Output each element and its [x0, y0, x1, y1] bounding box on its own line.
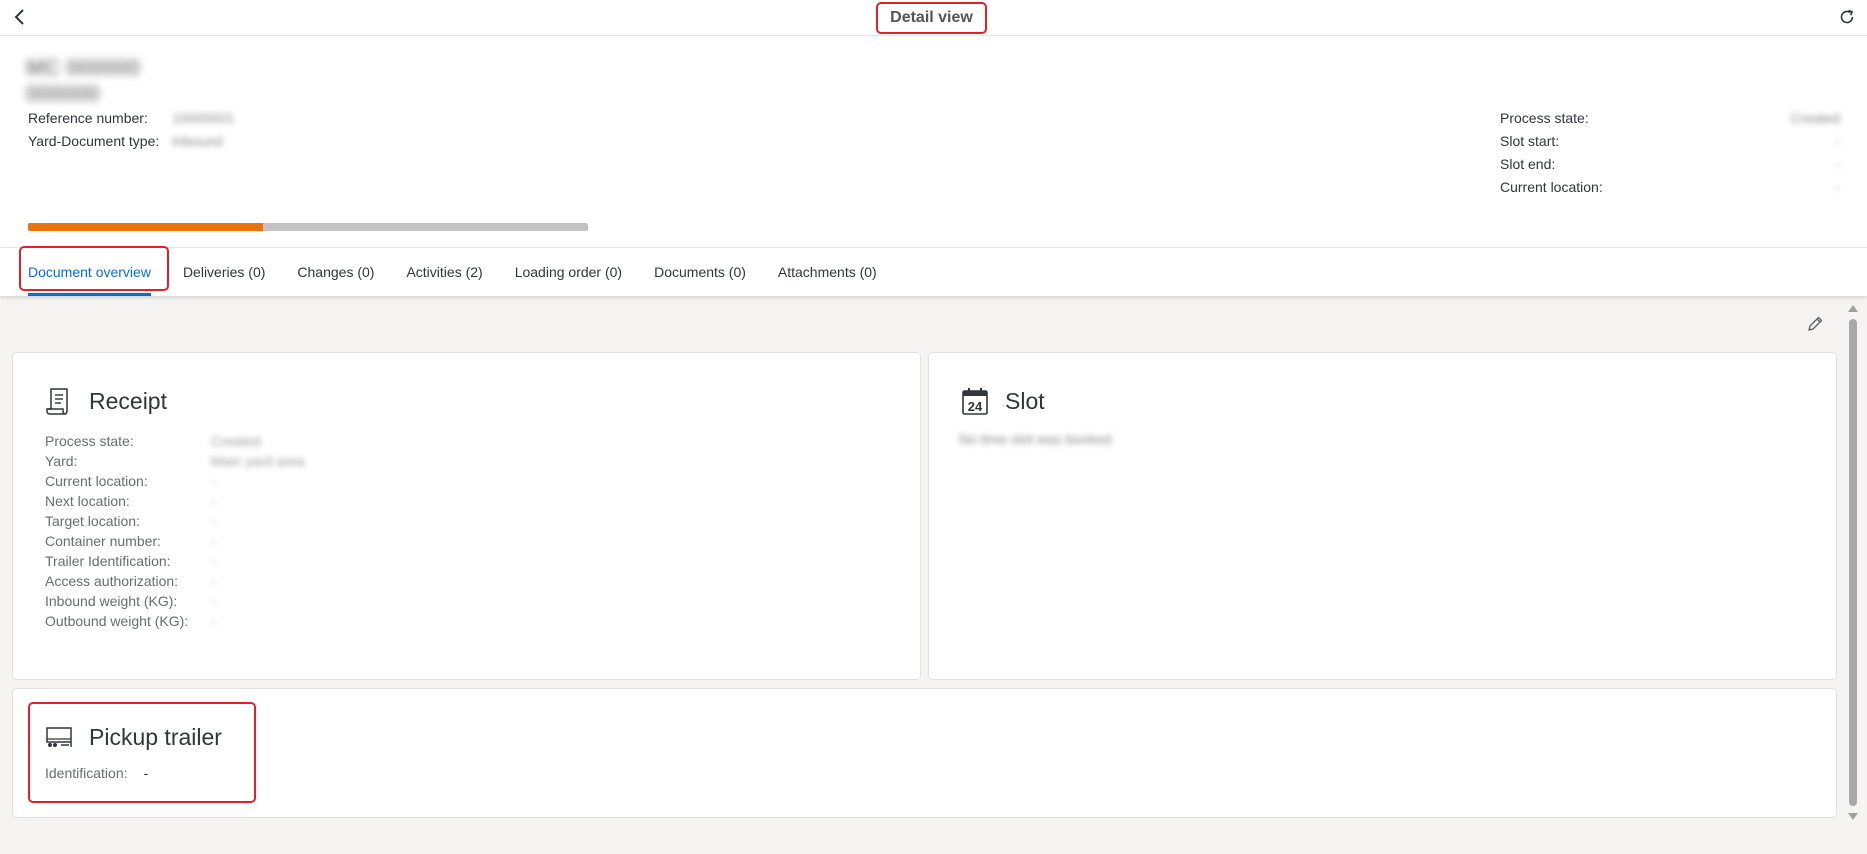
receipt-card-header: Receipt: [43, 385, 167, 417]
slot-end-row: Slot end: -: [1500, 152, 1840, 175]
scroll-down-arrow[interactable]: [1848, 813, 1858, 820]
receipt-field-label: Next location:: [45, 493, 130, 509]
slot-start-value: -: [1835, 132, 1840, 149]
slot-card: 24 Slot No time slot was booked: [928, 352, 1837, 680]
object-header: MC 000000 000000 Reference number: 10000…: [0, 36, 1867, 247]
back-button[interactable]: [6, 3, 34, 31]
receipt-field-row: Current location: -: [45, 471, 304, 491]
receipt-field-value: -: [211, 573, 216, 589]
slot-empty-message: No time slot was booked: [959, 431, 1112, 447]
trailer-icon: [43, 721, 75, 753]
process-state-value: Created: [1790, 109, 1840, 126]
tab-loading-order[interactable]: Loading order (0): [515, 248, 622, 297]
pickup-trailer-card-header: Pickup trailer: [43, 721, 222, 753]
receipt-field-label: Target location:: [45, 513, 140, 529]
receipt-field-label: Outbound weight (KG):: [45, 613, 189, 629]
slot-start-row: Slot start: -: [1500, 129, 1840, 152]
receipt-field-label: Current location:: [45, 473, 148, 489]
receipt-field-value: Main yard area: [211, 453, 305, 469]
receipt-field-value: -: [211, 613, 216, 629]
document-type-label: Yard-Document type:: [28, 132, 160, 149]
receipt-icon: [43, 385, 75, 417]
pickup-trailer-card-title: Pickup trailer: [89, 723, 222, 750]
receipt-field-value: -: [211, 493, 216, 509]
identification-label: Identification:: [45, 765, 128, 781]
receipt-field-row: Outbound weight (KG): -: [45, 611, 304, 631]
process-progress-bar: [28, 223, 588, 231]
scroll-up-arrow[interactable]: [1848, 305, 1858, 312]
receipt-field-row: Process state: Created: [45, 431, 304, 451]
pickup-trailer-fields: Identification: -: [45, 765, 148, 781]
receipt-field-row: Next location: -: [45, 491, 304, 511]
tab-deliveries[interactable]: Deliveries (0): [183, 248, 265, 297]
receipt-card-title: Receipt: [89, 387, 167, 414]
identification-value: -: [143, 765, 149, 781]
receipt-field-value: -: [211, 593, 216, 609]
tab-documents[interactable]: Documents (0): [654, 248, 746, 297]
tab-activities[interactable]: Activities (2): [406, 248, 482, 297]
receipt-field-value: -: [211, 533, 216, 549]
shell-bar: Detail view: [0, 0, 1867, 36]
current-location-value: -: [1835, 178, 1840, 195]
tab-document-overview[interactable]: Document overview: [28, 248, 151, 297]
process-progress-fill: [28, 223, 264, 231]
document-type-row: Yard-Document type: Inbound: [28, 129, 234, 152]
receipt-field-row: Target location: -: [45, 511, 304, 531]
tab-bar: Document overview Deliveries (0) Changes…: [0, 247, 1867, 296]
reference-number-label: Reference number:: [28, 109, 148, 126]
process-state-row: Process state: Created: [1500, 106, 1840, 129]
current-location-label: Current location:: [1500, 178, 1603, 195]
receipt-field-row: Container number: -: [45, 531, 304, 551]
header-attributes-right: Process state: Created Slot start: - Slo…: [1500, 106, 1840, 198]
slot-card-title: Slot: [1005, 387, 1045, 414]
pencil-icon: [1808, 316, 1823, 331]
page-title: Detail view: [876, 2, 987, 34]
slot-end-value: -: [1835, 155, 1840, 172]
receipt-field-label: Inbound weight (KG):: [45, 593, 178, 609]
calendar-day-number: 24: [968, 399, 983, 414]
tab-attachments[interactable]: Attachments (0): [778, 248, 877, 297]
scroll-thumb[interactable]: [1849, 319, 1857, 806]
reference-number-value: 10000001: [172, 109, 235, 126]
receipt-field-value: -: [211, 553, 216, 569]
header-attributes-left: Reference number: 10000001 Yard-Document…: [28, 106, 234, 152]
receipt-field-label: Process state:: [45, 433, 134, 449]
slot-end-label: Slot end:: [1500, 155, 1556, 172]
receipt-field-value: -: [211, 513, 216, 529]
receipt-fields: Process state: Created Yard: Main yard are…: [45, 431, 304, 631]
process-state-label: Process state:: [1500, 109, 1589, 126]
receipt-field-label: Access authorization:: [45, 573, 179, 589]
receipt-field-label: Trailer Identification:: [45, 553, 171, 569]
receipt-field-row: Trailer Identification: -: [45, 551, 304, 571]
slot-start-label: Slot start:: [1500, 132, 1560, 149]
object-title: MC 000000 000000: [26, 55, 140, 106]
tab-changes[interactable]: Changes (0): [297, 248, 374, 297]
document-type-value: Inbound: [172, 132, 223, 149]
current-location-row: Current location: -: [1500, 175, 1840, 198]
receipt-field-row: Access authorization: -: [45, 571, 304, 591]
content-scrollbar[interactable]: [1846, 305, 1860, 820]
receipt-field-value: Created: [211, 433, 261, 449]
chevron-left-icon: [14, 9, 24, 25]
pickup-trailer-card: Pickup trailer Identification: -: [12, 688, 1837, 818]
refresh-icon: [1840, 9, 1854, 24]
receipt-field-label: Yard:: [45, 453, 78, 469]
receipt-field-row: Yard: Main yard area: [45, 451, 304, 471]
receipt-field-label: Container number:: [45, 533, 161, 549]
calendar-icon: 24: [959, 385, 991, 417]
refresh-button[interactable]: [1833, 3, 1861, 31]
slot-card-header: 24 Slot: [959, 385, 1045, 417]
edit-button[interactable]: [1802, 311, 1828, 337]
reference-number-row: Reference number: 10000001: [28, 106, 234, 129]
receipt-field-value: -: [211, 473, 216, 489]
receipt-field-row: Inbound weight (KG): -: [45, 591, 304, 611]
receipt-card: Receipt Process state: Created Yard: Main …: [12, 352, 921, 680]
